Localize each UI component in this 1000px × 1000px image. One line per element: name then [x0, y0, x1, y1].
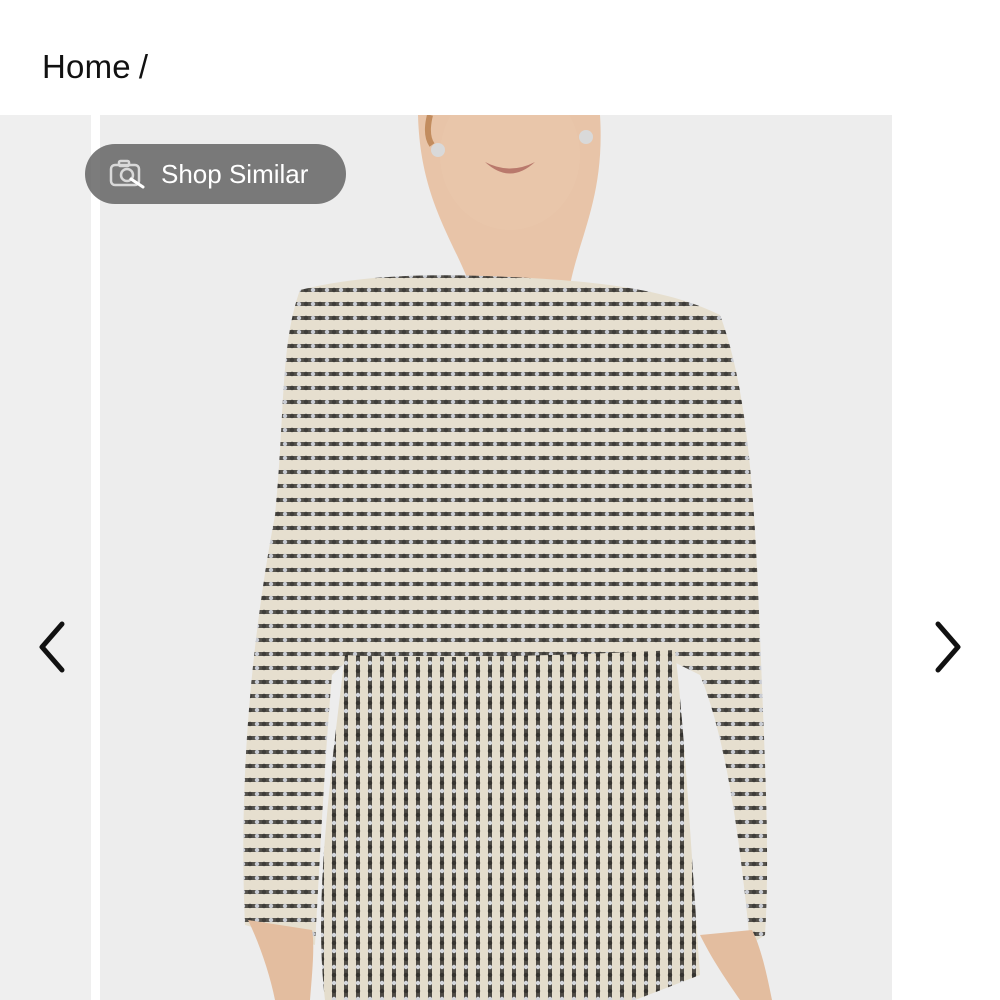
product-main-image[interactable]	[100, 115, 892, 1000]
breadcrumb: Home /	[42, 48, 148, 86]
next-image-button[interactable]	[924, 617, 972, 677]
shop-similar-label: Shop Similar	[161, 158, 309, 189]
breadcrumb-home-link[interactable]: Home	[42, 48, 131, 86]
chevron-left-icon	[39, 621, 65, 673]
breadcrumb-separator: /	[138, 48, 149, 85]
product-image-gallery: Shop Similar	[0, 115, 1000, 1000]
product-photo-illustration	[243, 115, 772, 1000]
shop-similar-button[interactable]: Shop Similar	[85, 144, 346, 204]
previous-image-button[interactable]	[28, 617, 76, 677]
chevron-right-icon	[935, 621, 961, 673]
camera-search-icon	[109, 159, 145, 189]
previous-slide-preview[interactable]	[0, 115, 91, 1000]
